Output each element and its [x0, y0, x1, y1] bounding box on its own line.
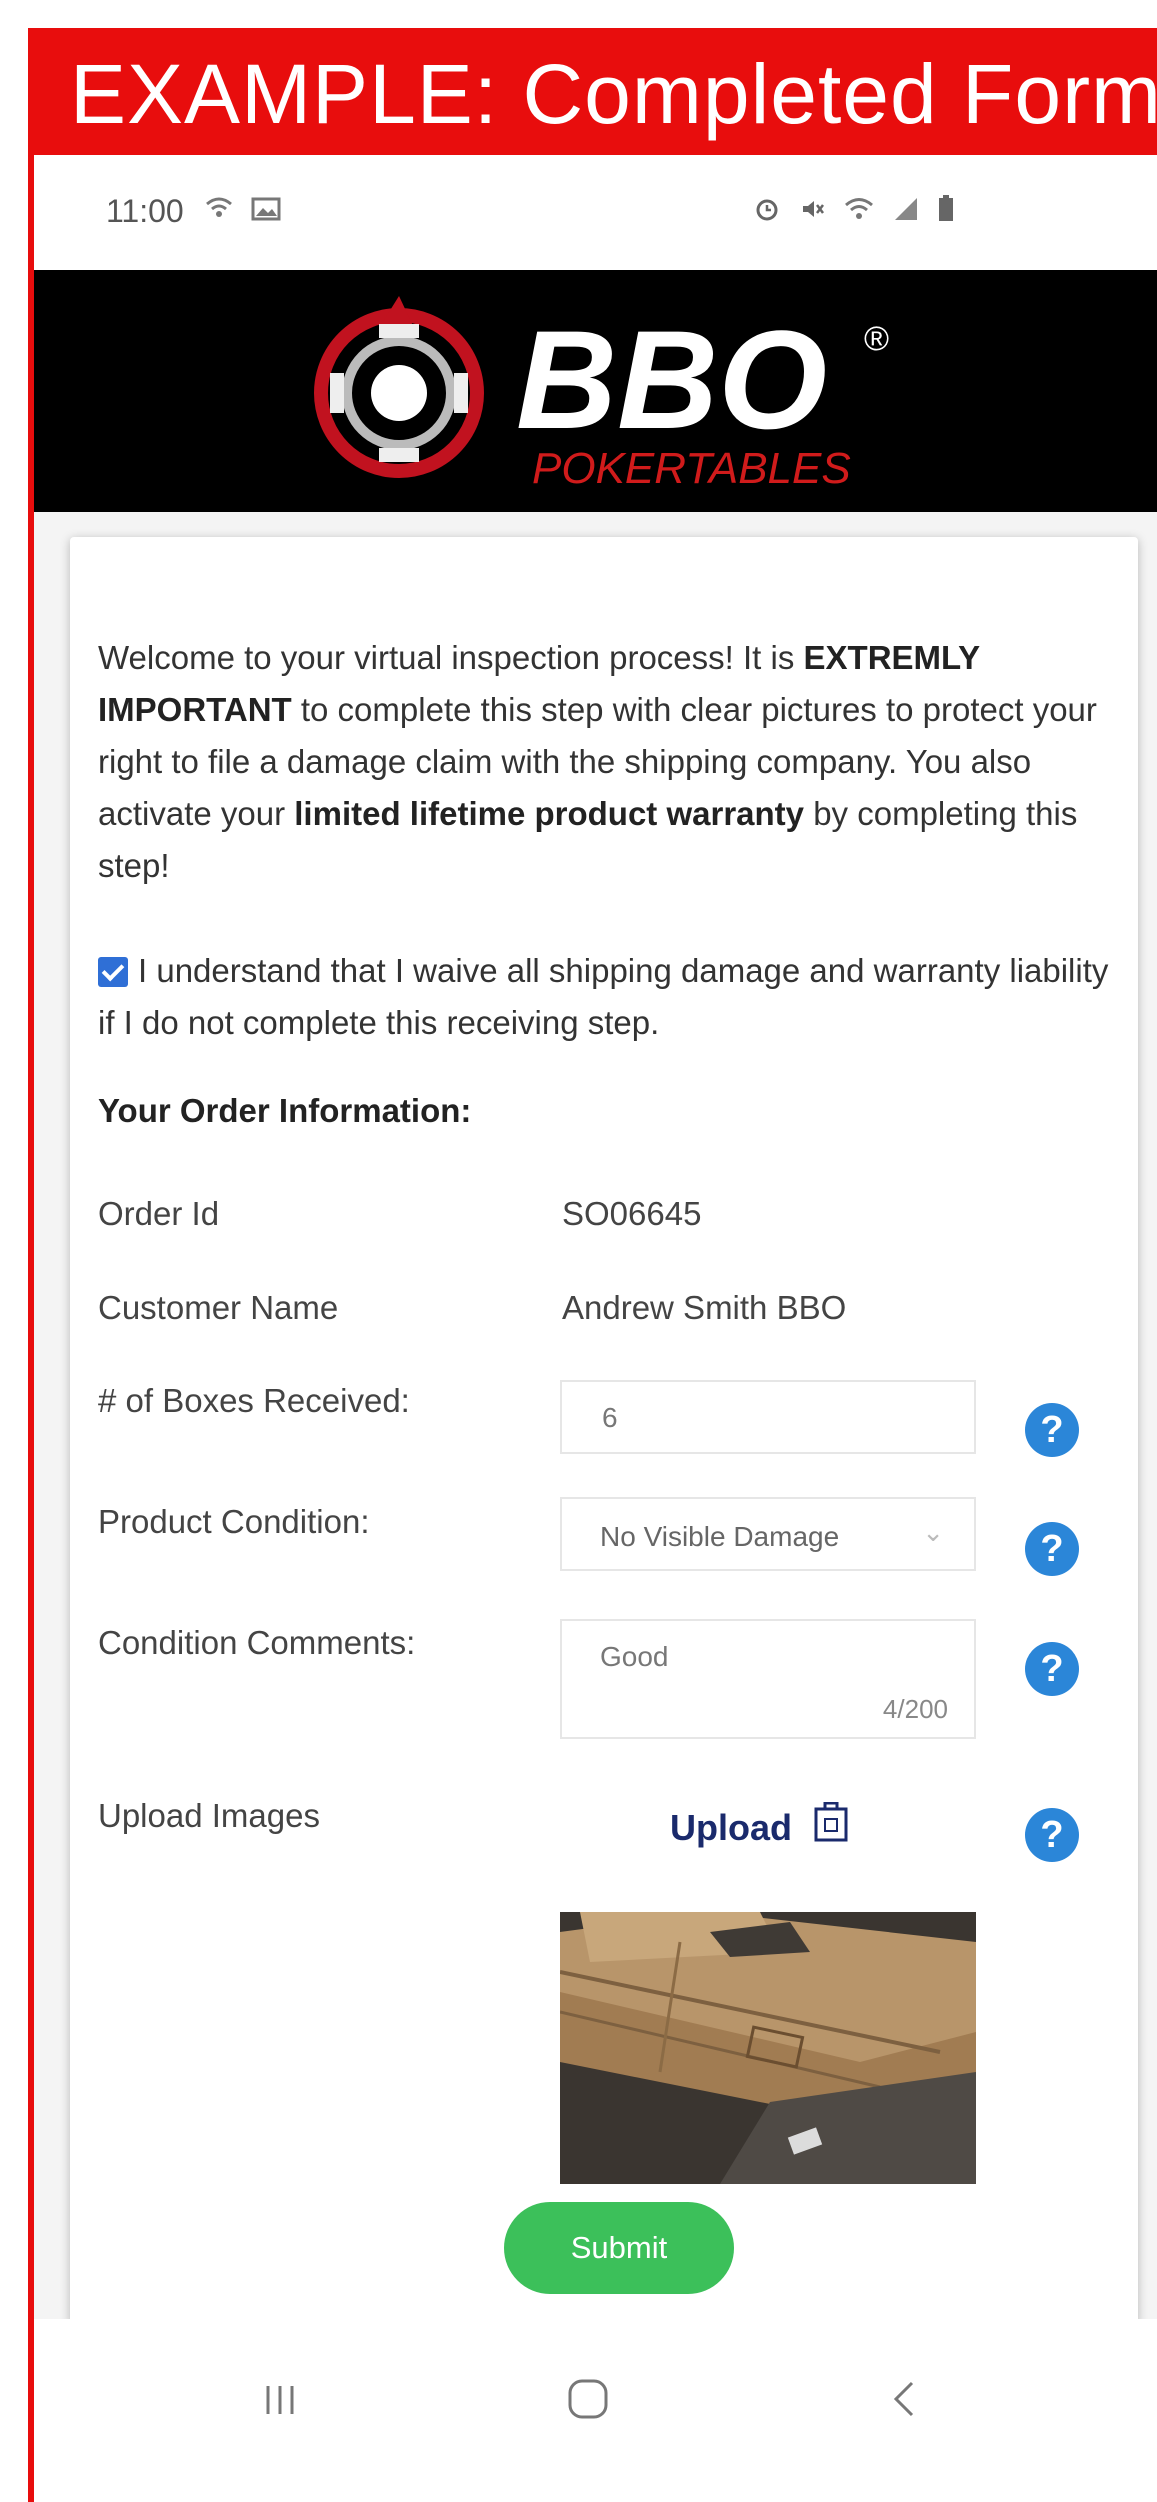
upload-button-label: Upload	[670, 1807, 792, 1848]
intro-emphasis-2: limited lifetime product warranty	[294, 795, 805, 832]
intro-text: Welcome to your virtual inspection proce…	[98, 632, 1128, 892]
uploaded-image-thumbnail[interactable]	[560, 1912, 976, 2184]
order-id-label: Order Id	[98, 1195, 220, 1232]
recent-apps-icon[interactable]	[260, 2377, 300, 2432]
upload-icon	[814, 1801, 848, 1851]
boxes-photo-icon	[560, 1912, 976, 2184]
wifi-icon	[844, 193, 893, 229]
registered-mark: ®	[864, 320, 889, 358]
brand-header: BBO ® POKERTABLES	[34, 270, 1157, 512]
back-icon[interactable]	[886, 2377, 922, 2433]
status-right-icons	[754, 193, 954, 230]
order-info-title: Your Order Information:	[98, 1092, 472, 1129]
intro-text-part-1: Welcome to your virtual inspection proce…	[98, 639, 804, 676]
character-count: 4/200	[882, 1694, 948, 1724]
brand-tagline: POKERTABLES	[532, 444, 851, 493]
mute-icon	[799, 193, 844, 229]
example-banner: EXAMPLE: Completed Form	[34, 34, 1157, 155]
submit-button[interactable]: Submit	[504, 2202, 734, 2294]
acknowledgement-checkbox[interactable]	[98, 957, 128, 987]
acknowledgement-row[interactable]: I understand that I waive all shipping d…	[98, 945, 1128, 1049]
upload-images-label: Upload Images	[98, 1797, 320, 1834]
order-id-value: SO06645	[562, 1195, 702, 1232]
acknowledgement-text: I understand that I waive all shipping d…	[98, 952, 1109, 1041]
signal-icon	[893, 193, 938, 229]
boxes-received-label: # of Boxes Received:	[98, 1382, 410, 1419]
alarm-icon	[754, 193, 799, 229]
inspection-form-card: Welcome to your virtual inspection proce…	[70, 537, 1138, 2325]
product-condition-label: Product Condition:	[98, 1503, 370, 1540]
help-icon[interactable]: ?	[1025, 1522, 1079, 1576]
home-icon[interactable]	[566, 2377, 610, 2433]
bbo-logo-icon: BBO ® POKERTABLES	[314, 296, 889, 493]
android-nav-bar	[34, 2319, 1157, 2502]
condition-comments-textarea[interactable]: Good 4/200	[560, 1619, 976, 1739]
wifi-call-icon	[204, 193, 251, 229]
example-frame: EXAMPLE: Completed Form 11:00 BBO ® POKE…	[28, 28, 1157, 2502]
product-condition-select[interactable]: No Visible Damage ⌄	[560, 1497, 976, 1571]
condition-comments-value: Good	[600, 1641, 669, 1672]
customer-name-value: Andrew Smith BBO	[562, 1289, 847, 1326]
upload-button[interactable]: Upload	[670, 1801, 848, 1851]
help-icon[interactable]: ?	[1025, 1808, 1079, 1862]
status-time: 11:00	[106, 193, 184, 229]
help-icon[interactable]: ?	[1025, 1403, 1079, 1457]
status-bar: 11:00	[34, 155, 1157, 270]
app-background: Welcome to your virtual inspection proce…	[34, 512, 1157, 2502]
chevron-down-icon: ⌄	[922, 1517, 944, 1547]
product-condition-value: No Visible Damage	[600, 1521, 840, 1552]
boxes-received-input[interactable]: 6	[560, 1380, 976, 1454]
status-left-icons	[204, 193, 281, 230]
brand-logo-text: BBO	[516, 301, 827, 458]
condition-comments-label: Condition Comments:	[98, 1624, 416, 1661]
customer-name-label: Customer Name	[98, 1289, 339, 1326]
help-icon[interactable]: ?	[1025, 1642, 1079, 1696]
battery-icon	[938, 193, 954, 229]
image-icon	[251, 193, 281, 229]
